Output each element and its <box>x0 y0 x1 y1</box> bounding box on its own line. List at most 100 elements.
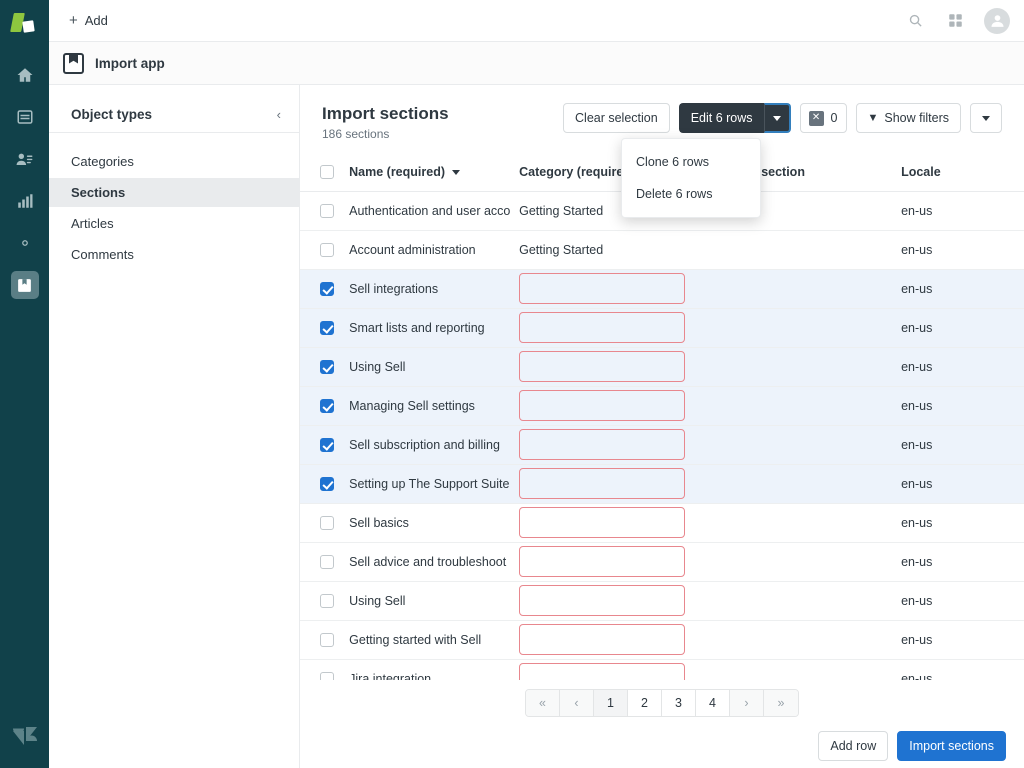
cell-category[interactable] <box>519 425 719 464</box>
category-input[interactable] <box>519 663 685 680</box>
cell-locale[interactable]: en-us <box>901 503 1024 542</box>
category-input[interactable] <box>519 273 685 304</box>
category-input[interactable] <box>519 624 685 655</box>
cell-parent-section[interactable] <box>719 542 901 581</box>
row-checkbox[interactable] <box>320 321 334 335</box>
cell-locale[interactable]: en-us <box>901 308 1024 347</box>
row-checkbox[interactable] <box>320 399 334 413</box>
cell-name[interactable]: Managing Sell settings <box>349 386 519 425</box>
cell-parent-section[interactable] <box>719 386 901 425</box>
pagination-page-3[interactable]: 3 <box>662 690 696 716</box>
row-checkbox[interactable] <box>320 282 334 296</box>
sidebar-item-comments[interactable]: Comments <box>49 240 299 269</box>
row-checkbox[interactable] <box>320 477 334 491</box>
table-row[interactable]: Smart lists and reporting en-us <box>300 308 1024 347</box>
cell-category[interactable] <box>519 269 719 308</box>
category-input[interactable] <box>519 429 685 460</box>
table-row[interactable]: Getting started with Sell en-us <box>300 620 1024 659</box>
pagination-page-1[interactable]: 1 <box>594 690 628 716</box>
add-row-button[interactable]: Add row <box>818 731 888 761</box>
cell-category[interactable] <box>519 581 719 620</box>
row-checkbox[interactable] <box>320 633 334 647</box>
row-checkbox[interactable] <box>320 243 334 257</box>
add-button[interactable]: + Add <box>63 9 114 32</box>
category-input[interactable] <box>519 546 685 577</box>
menu-item-clone-rows[interactable]: Clone 6 rows <box>622 146 760 178</box>
chevron-left-icon[interactable]: ‹ <box>277 108 281 121</box>
category-input[interactable] <box>519 390 685 421</box>
cell-name[interactable]: Setting up The Support Suite <box>349 464 519 503</box>
table-row[interactable]: Sell advice and troubleshoot en-us <box>300 542 1024 581</box>
cell-parent-section[interactable] <box>719 308 901 347</box>
cell-name[interactable]: Sell basics <box>349 503 519 542</box>
cell-parent-section[interactable] <box>719 503 901 542</box>
pagination-page-2[interactable]: 2 <box>628 690 662 716</box>
show-filters-button[interactable]: ▼ Show filters <box>856 103 962 133</box>
toolbar-overflow-button[interactable] <box>970 103 1002 133</box>
cell-category[interactable] <box>519 503 719 542</box>
table-row[interactable]: Sell integrationsen-us <box>300 269 1024 308</box>
table-row[interactable]: Account administrationGetting Starteden-… <box>300 230 1024 269</box>
cell-parent-section[interactable] <box>719 659 901 680</box>
cell-name[interactable]: Getting started with Sell <box>349 620 519 659</box>
cell-parent-section[interactable] <box>719 464 901 503</box>
apps-grid-icon[interactable] <box>944 10 966 32</box>
cell-locale[interactable]: en-us <box>901 269 1024 308</box>
row-checkbox[interactable] <box>320 438 334 452</box>
select-all-checkbox[interactable] <box>320 165 334 179</box>
error-count-button[interactable]: ✕ 0 <box>800 103 847 133</box>
rail-item-home[interactable] <box>0 54 49 96</box>
clear-selection-button[interactable]: Clear selection <box>563 103 670 133</box>
cell-category[interactable] <box>519 659 719 680</box>
pagination-first[interactable]: « <box>526 690 560 716</box>
cell-locale[interactable]: en-us <box>901 425 1024 464</box>
category-input[interactable] <box>519 507 685 538</box>
cell-parent-section[interactable] <box>719 230 901 269</box>
rail-item-contacts[interactable] <box>0 138 49 180</box>
cell-name[interactable]: Sell advice and troubleshoot <box>349 542 519 581</box>
row-checkbox[interactable] <box>320 516 334 530</box>
table-row[interactable]: Sell basics en-us <box>300 503 1024 542</box>
cell-parent-section[interactable] <box>719 425 901 464</box>
sidebar-item-categories[interactable]: Categories <box>49 147 299 176</box>
category-input[interactable] <box>519 351 685 382</box>
cell-locale[interactable]: en-us <box>901 542 1024 581</box>
row-checkbox[interactable] <box>320 672 334 680</box>
cell-category[interactable] <box>519 386 719 425</box>
cell-parent-section[interactable] <box>719 347 901 386</box>
cell-name[interactable]: Smart lists and reporting <box>349 308 519 347</box>
sidebar-item-articles[interactable]: Articles <box>49 209 299 238</box>
cell-category[interactable] <box>519 464 719 503</box>
rail-item-objects[interactable] <box>0 96 49 138</box>
category-input[interactable] <box>519 312 685 343</box>
pagination-next[interactable]: › <box>730 690 764 716</box>
sidebar-item-sections[interactable]: Sections <box>49 178 299 207</box>
cell-locale[interactable]: en-us <box>901 581 1024 620</box>
cell-name[interactable]: Using Sell <box>349 581 519 620</box>
cell-locale[interactable]: en-us <box>901 659 1024 680</box>
row-checkbox[interactable] <box>320 555 334 569</box>
rail-item-import-app[interactable] <box>0 264 49 306</box>
table-row[interactable]: Jira integration en-us <box>300 659 1024 680</box>
edit-rows-dropdown-toggle[interactable] <box>764 103 791 133</box>
cell-parent-section[interactable] <box>719 620 901 659</box>
cell-category[interactable] <box>519 308 719 347</box>
cell-name[interactable]: Using Sell <box>349 347 519 386</box>
cell-parent-section[interactable] <box>719 581 901 620</box>
pagination-prev[interactable]: ‹ <box>560 690 594 716</box>
cell-locale[interactable]: en-us <box>901 620 1024 659</box>
cell-name[interactable]: Account administration <box>349 230 519 269</box>
row-checkbox[interactable] <box>320 204 334 218</box>
table-row[interactable]: Setting up The Support Suite en-us <box>300 464 1024 503</box>
row-checkbox[interactable] <box>320 594 334 608</box>
table-row[interactable]: Using Sellen-us <box>300 347 1024 386</box>
category-input[interactable] <box>519 585 685 616</box>
edit-rows-button[interactable]: Edit 6 rows <box>679 103 764 133</box>
cell-locale[interactable]: en-us <box>901 386 1024 425</box>
column-header-locale[interactable]: Locale <box>901 155 1024 191</box>
table-row[interactable]: Sell subscription and billingen-us <box>300 425 1024 464</box>
cell-name[interactable]: Authentication and user acco <box>349 191 519 230</box>
rail-item-reports[interactable] <box>0 180 49 222</box>
cell-name[interactable]: Jira integration <box>349 659 519 680</box>
cell-locale[interactable]: en-us <box>901 464 1024 503</box>
